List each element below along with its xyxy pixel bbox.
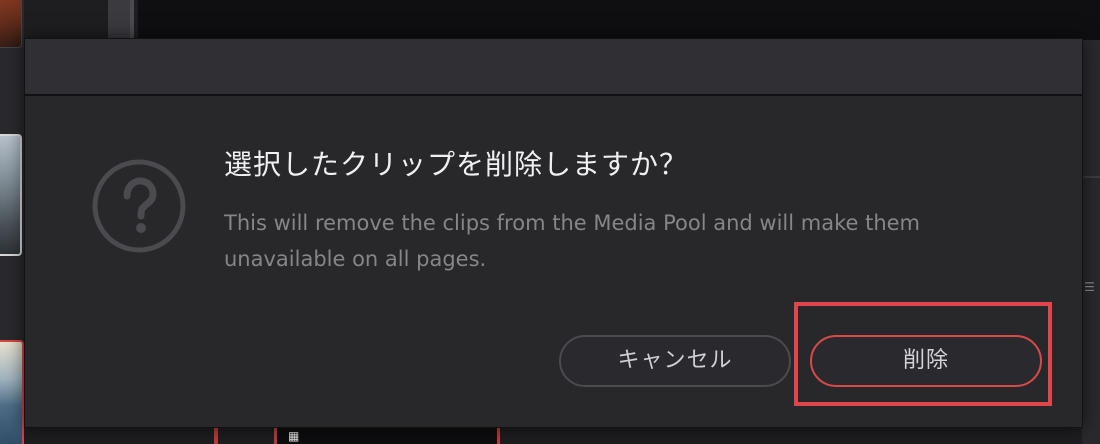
cancel-button[interactable]: キャンセル	[559, 335, 791, 387]
panel-divider	[108, 0, 134, 40]
right-panel	[1082, 40, 1100, 444]
list-view-icon[interactable]: ☰	[1084, 280, 1098, 294]
dialog-title: 選択したクリップを削除しますか？	[224, 148, 689, 181]
clip-thumbnail-selected[interactable]	[0, 340, 24, 444]
film-strip-icon: ▦	[288, 429, 300, 443]
timeline-marker	[214, 428, 218, 444]
delete-clips-dialog: 選択したクリップを削除しますか？ This will remove the cl…	[24, 38, 1083, 428]
viewer-area	[138, 0, 1100, 40]
dialog-titlebar[interactable]	[25, 39, 1082, 96]
delete-button[interactable]: 削除	[810, 335, 1042, 387]
timeline-clip[interactable]	[274, 428, 500, 444]
clip-thumbnail[interactable]	[0, 0, 22, 48]
app-stage: ☰ ▦ 選択したクリップを削除しますか？ This will remove th…	[0, 0, 1100, 444]
question-mark-circle-icon	[91, 158, 187, 254]
right-panel-divider	[1082, 176, 1100, 178]
dialog-message: This will remove the clips from the Medi…	[224, 211, 921, 271]
clip-thumbnail[interactable]	[0, 134, 22, 256]
